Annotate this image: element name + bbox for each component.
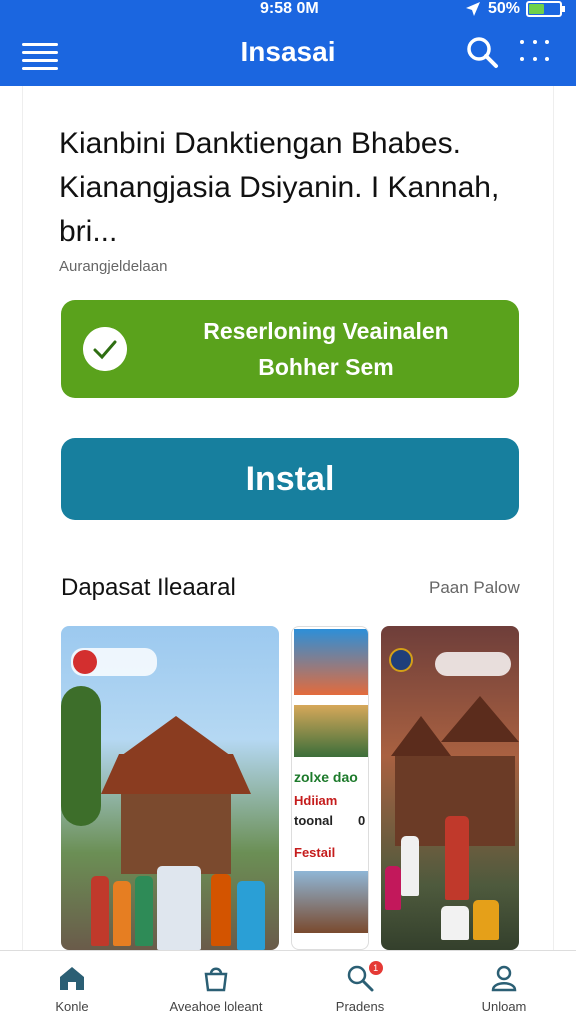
bottom-nav: Konle Aveahoe loleant 1 Pradens Unloam — [0, 950, 576, 1024]
thumb-text: toonal — [294, 813, 333, 828]
person — [113, 881, 131, 946]
temple-wall — [121, 794, 231, 874]
status-bar: 9:58 0M 50% — [0, 0, 576, 24]
more-grid-icon[interactable] — [520, 40, 552, 68]
nav-item-search[interactable]: 1 Pradens — [288, 951, 432, 1025]
person — [445, 816, 469, 900]
search-icon[interactable] — [464, 34, 500, 70]
nav-label-search: Pradens — [335, 999, 385, 1014]
tree — [61, 686, 101, 826]
verify-label-2: Bohher Sem — [258, 354, 394, 380]
flag-icon — [73, 650, 97, 674]
subtitle-text: Aurangjeldelaan — [59, 258, 168, 275]
nav-item-shop[interactable]: Aveahoe loleant — [144, 951, 288, 1025]
home-icon — [60, 967, 84, 990]
screenshot-gallery[interactable]: zolxe dao Hdiiam toonal 0 Festail — [61, 626, 521, 950]
app-bar: Insasai — [0, 24, 576, 86]
verify-label-1: Reserloning Veainalen — [203, 318, 449, 344]
person — [135, 876, 153, 946]
temple-roof-top — [121, 716, 231, 756]
verify-button[interactable]: Reserloning Veainalen Bohher Sem — [61, 300, 519, 398]
person — [91, 876, 109, 946]
thumb-image — [294, 705, 368, 757]
nav-label-profile: Unloam — [481, 999, 527, 1014]
shopping-bag-icon — [204, 967, 228, 992]
section-title: Dapasat Ileaaral — [61, 574, 236, 601]
nav-label-shop: Aveahoe loleant — [169, 999, 263, 1014]
temple-roof — [101, 754, 251, 794]
screenshot-3[interactable] — [381, 626, 519, 950]
main-content: Kianbini Danktiengan Bhabes. Kianangjasi… — [22, 86, 554, 950]
status-right: 50% — [464, 0, 565, 18]
nav-label-home: Konle — [55, 999, 89, 1014]
nav-item-profile[interactable]: Unloam — [432, 951, 576, 1025]
notification-badge: 1 — [368, 961, 383, 975]
emblem-icon — [389, 648, 413, 672]
location-arrow-icon — [465, 2, 480, 16]
person — [211, 874, 231, 946]
thumb-marker: 0 — [358, 813, 366, 828]
person — [441, 906, 469, 940]
thumb-image — [294, 871, 368, 933]
user-icon — [491, 965, 517, 992]
status-time: 9:58 0M — [260, 0, 319, 17]
checkmark-icon — [83, 327, 127, 371]
person — [401, 836, 419, 896]
screenshot-2[interactable]: zolxe dao Hdiiam toonal 0 Festail — [291, 626, 369, 950]
thumb-text: Hdiiam — [294, 793, 338, 808]
battery-fill — [529, 4, 544, 14]
headline-text: Kianbini Danktiengan Bhabes. Kianangjasi… — [59, 127, 500, 248]
thumb-text: zolxe dao — [294, 769, 358, 785]
temple-roof — [441, 696, 519, 742]
battery-icon — [526, 1, 565, 17]
person — [237, 881, 265, 950]
person — [385, 866, 401, 910]
person — [473, 900, 499, 940]
thumb-text: Festail — [294, 845, 336, 860]
screenshot-1[interactable] — [61, 626, 279, 950]
thumb-image — [294, 629, 368, 695]
temple-roof — [391, 716, 451, 756]
screenshot-pill — [435, 652, 511, 676]
person — [157, 866, 201, 950]
nav-item-home[interactable]: Konle — [0, 951, 144, 1025]
install-button[interactable]: Instal — [61, 438, 519, 520]
battery-percent: 50% — [487, 0, 520, 17]
section-link[interactable]: Paan Palow — [429, 578, 520, 598]
